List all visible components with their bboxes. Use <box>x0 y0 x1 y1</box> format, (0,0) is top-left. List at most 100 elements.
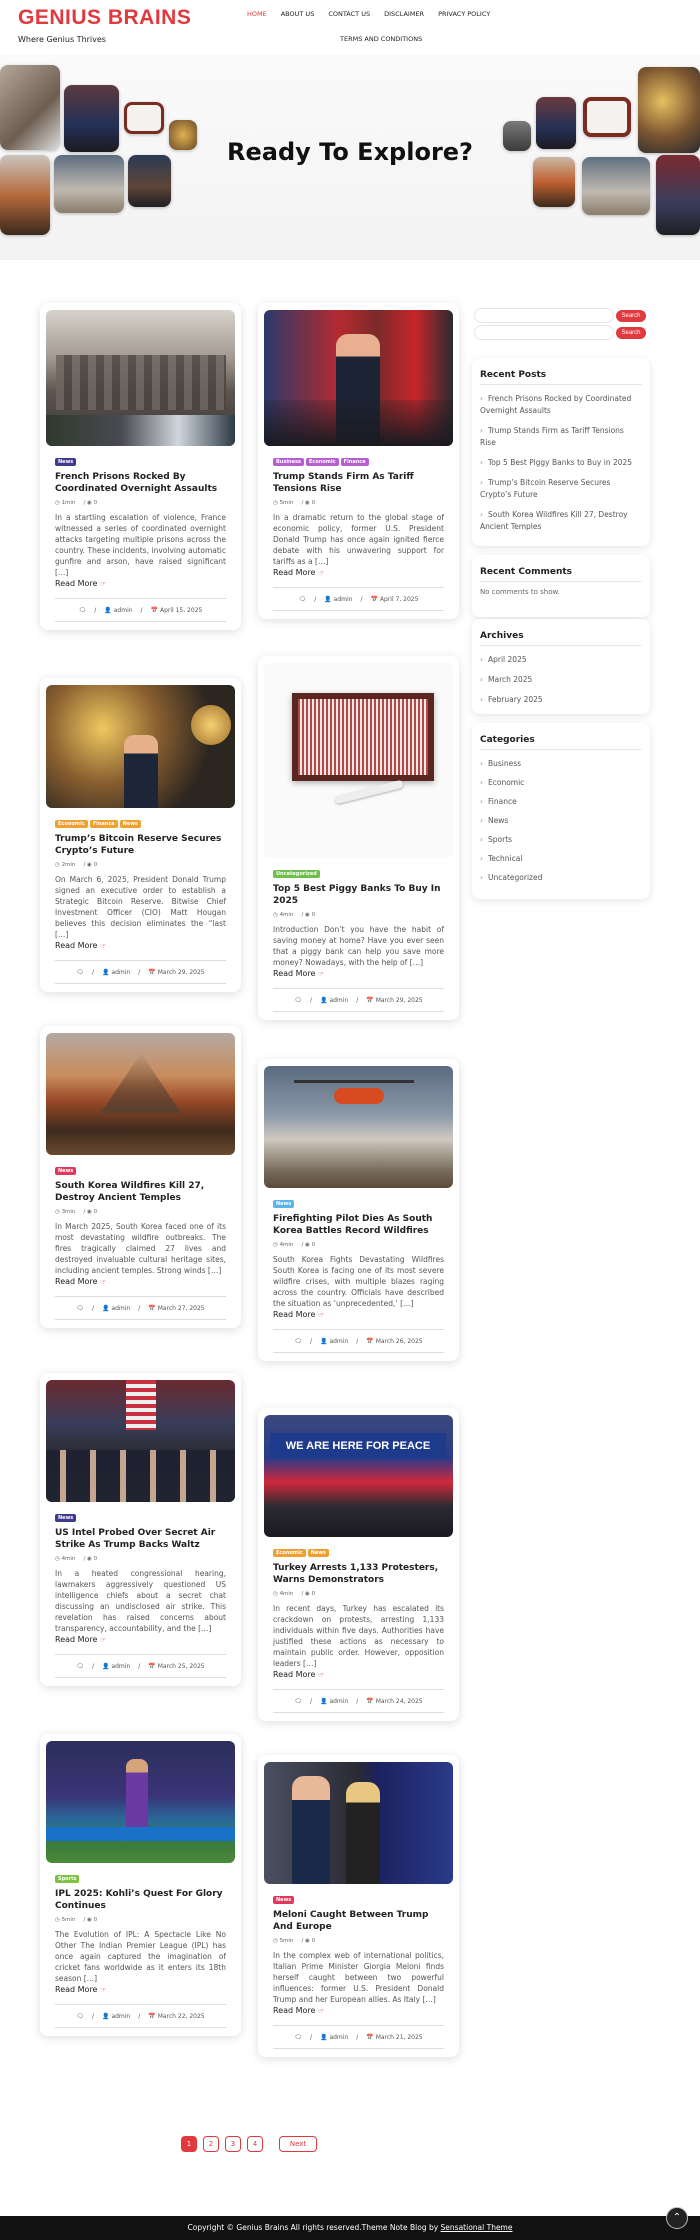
post-title[interactable]: Meloni Caught Between Trump And Europe <box>273 1910 444 1933</box>
search-input[interactable] <box>474 308 614 323</box>
category-badge[interactable]: News <box>55 1167 77 1175</box>
comments-icon[interactable]: 🗨 <box>294 1698 302 1705</box>
post-date[interactable]: 📅 March 24, 2025 <box>366 1698 422 1705</box>
category-badge[interactable]: Uncategorized <box>273 870 320 878</box>
category-link[interactable]: › Business <box>480 758 642 770</box>
read-more-link[interactable]: Read More ☞ <box>55 1985 226 1994</box>
category-badge[interactable]: Finance <box>89 820 118 828</box>
post-date[interactable]: 📅 March 26, 2025 <box>366 1338 422 1345</box>
nav-item-terms-and-conditions[interactable]: TERMS AND CONDITIONS <box>340 35 422 43</box>
next-page-button[interactable]: Next <box>279 2136 317 2152</box>
footer-theme-link[interactable]: Sensational Theme <box>441 2223 513 2232</box>
post-author[interactable]: 👤 admin <box>102 969 130 976</box>
comments-icon[interactable]: 🗨 <box>76 969 84 976</box>
nav-item-disclaimer[interactable]: DISCLAIMER <box>384 10 424 18</box>
post-image[interactable] <box>46 1033 235 1155</box>
post-date[interactable]: 📅 April 15, 2025 <box>151 607 203 614</box>
category-badge[interactable]: Economic <box>273 1549 306 1557</box>
category-badge[interactable]: Sports <box>55 1875 80 1883</box>
nav-item-home[interactable]: HOME <box>247 10 267 18</box>
back-to-top-button[interactable]: ⌃ <box>666 2207 688 2229</box>
post-date[interactable]: 📅 March 22, 2025 <box>148 2013 204 2020</box>
recent-post-link[interactable]: › South Korea Wildfires Kill 27, Destroy … <box>480 509 642 533</box>
post-title[interactable]: Trump Stands Firm As Tariff Tensions Ris… <box>273 472 444 495</box>
post-image[interactable] <box>46 310 235 446</box>
category-badge[interactable]: News <box>119 820 141 828</box>
page-4-button[interactable]: 4 <box>247 2136 263 2152</box>
recent-post-link[interactable]: › Top 5 Best Piggy Banks to Buy in 2025 <box>480 457 642 469</box>
category-badge[interactable]: Finance <box>340 458 369 466</box>
post-date[interactable]: 📅 March 29, 2025 <box>366 997 422 1004</box>
post-author[interactable]: 👤 admin <box>320 2034 348 2041</box>
category-link[interactable]: › Uncategorized <box>480 872 642 884</box>
comments-icon[interactable]: 🗨 <box>76 1663 84 1670</box>
post-title[interactable]: French Prisons Rocked By Coordinated Ove… <box>55 472 226 495</box>
post-title[interactable]: Top 5 Best Piggy Banks To Buy In 2025 <box>273 884 444 907</box>
comments-icon[interactable]: 🗨 <box>76 2013 84 2020</box>
read-more-link[interactable]: Read More ☞ <box>273 1310 444 1319</box>
recent-post-link[interactable]: › Trump’s Bitcoin Reserve Secures Crypto’… <box>480 477 642 501</box>
post-author[interactable]: 👤 admin <box>324 596 352 603</box>
recent-post-link[interactable]: › Trump Stands Firm as Tariff Tensions Ri… <box>480 425 642 449</box>
category-badge[interactable]: News <box>273 1896 295 1904</box>
post-title[interactable]: Firefighting Pilot Dies As South Korea B… <box>273 1214 444 1237</box>
post-author[interactable]: 👤 admin <box>320 1338 348 1345</box>
post-image[interactable] <box>264 310 453 446</box>
post-date[interactable]: 📅 March 25, 2025 <box>148 1663 204 1670</box>
post-image[interactable]: WE ARE HERE FOR PEACE <box>264 1415 453 1537</box>
post-image[interactable] <box>46 1741 235 1863</box>
post-title[interactable]: IPL 2025: Kohli’s Quest For Glory Contin… <box>55 1889 226 1912</box>
post-title[interactable]: South Korea Wildfires Kill 27, Destroy A… <box>55 1181 226 1204</box>
post-date[interactable]: 📅 March 21, 2025 <box>366 2034 422 2041</box>
read-more-link[interactable]: Read More ☞ <box>55 941 226 950</box>
read-more-link[interactable]: Read More ☞ <box>55 1277 226 1286</box>
post-author[interactable]: 👤 admin <box>320 997 348 1004</box>
search-button-secondary[interactable]: Search <box>616 327 646 339</box>
post-date[interactable]: 📅 March 27, 2025 <box>148 1305 204 1312</box>
read-more-link[interactable]: Read More ☞ <box>55 579 226 588</box>
category-badge[interactable]: News <box>55 458 77 466</box>
category-link[interactable]: › Finance <box>480 796 642 808</box>
read-more-link[interactable]: Read More ☞ <box>55 1635 226 1644</box>
post-title[interactable]: Turkey Arrests 1,133 Protesters, Warns D… <box>273 1563 444 1586</box>
read-more-link[interactable]: Read More ☞ <box>273 568 444 577</box>
category-badge[interactable]: News <box>307 1549 329 1557</box>
post-author[interactable]: 👤 admin <box>102 1663 130 1670</box>
post-author[interactable]: 👤 admin <box>102 2013 130 2020</box>
archive-link[interactable]: › April 2025 <box>480 654 642 666</box>
comments-icon[interactable]: 🗨 <box>294 2034 302 2041</box>
search-input-secondary[interactable] <box>474 325 614 340</box>
site-title[interactable]: GENIUS BRAINS <box>18 6 191 30</box>
archive-link[interactable]: › March 2025 <box>480 674 642 686</box>
category-badge[interactable]: Economic <box>305 458 339 466</box>
page-1-button[interactable]: 1 <box>181 2136 197 2152</box>
post-author[interactable]: 👤 admin <box>320 1698 348 1705</box>
post-image[interactable] <box>264 1762 453 1884</box>
post-image[interactable] <box>46 685 235 808</box>
category-badge[interactable]: News <box>273 1200 295 1208</box>
post-date[interactable]: 📅 March 29, 2025 <box>148 969 204 976</box>
post-image[interactable] <box>46 1380 235 1502</box>
comments-icon[interactable]: 🗨 <box>294 997 302 1004</box>
category-badge[interactable]: News <box>55 1514 77 1522</box>
category-badge[interactable]: Business <box>273 458 304 466</box>
nav-item-contact-us[interactable]: CONTACT US <box>328 10 370 18</box>
category-link[interactable]: › Economic <box>480 777 642 789</box>
comments-icon[interactable]: 🗨 <box>76 1305 84 1312</box>
post-image[interactable] <box>264 663 453 858</box>
nav-item-about-us[interactable]: ABOUT US <box>281 10 315 18</box>
category-link[interactable]: › News <box>480 815 642 827</box>
recent-post-link[interactable]: › French Prisons Rocked by Coordinated Ov… <box>480 393 642 417</box>
post-image[interactable] <box>264 1066 453 1188</box>
read-more-link[interactable]: Read More ☞ <box>273 1670 444 1679</box>
comments-icon[interactable]: 🗨 <box>299 596 307 603</box>
read-more-link[interactable]: Read More ☞ <box>273 2006 444 2015</box>
post-author[interactable]: 👤 admin <box>102 1305 130 1312</box>
category-badge[interactable]: Economic <box>55 820 88 828</box>
search-button[interactable]: Search <box>616 310 646 322</box>
comments-icon[interactable]: 🗨 <box>79 607 87 614</box>
nav-item-privacy-policy[interactable]: PRIVACY POLICY <box>438 10 490 18</box>
archive-link[interactable]: › February 2025 <box>480 694 642 706</box>
post-author[interactable]: 👤 admin <box>104 607 132 614</box>
page-3-button[interactable]: 3 <box>225 2136 241 2152</box>
